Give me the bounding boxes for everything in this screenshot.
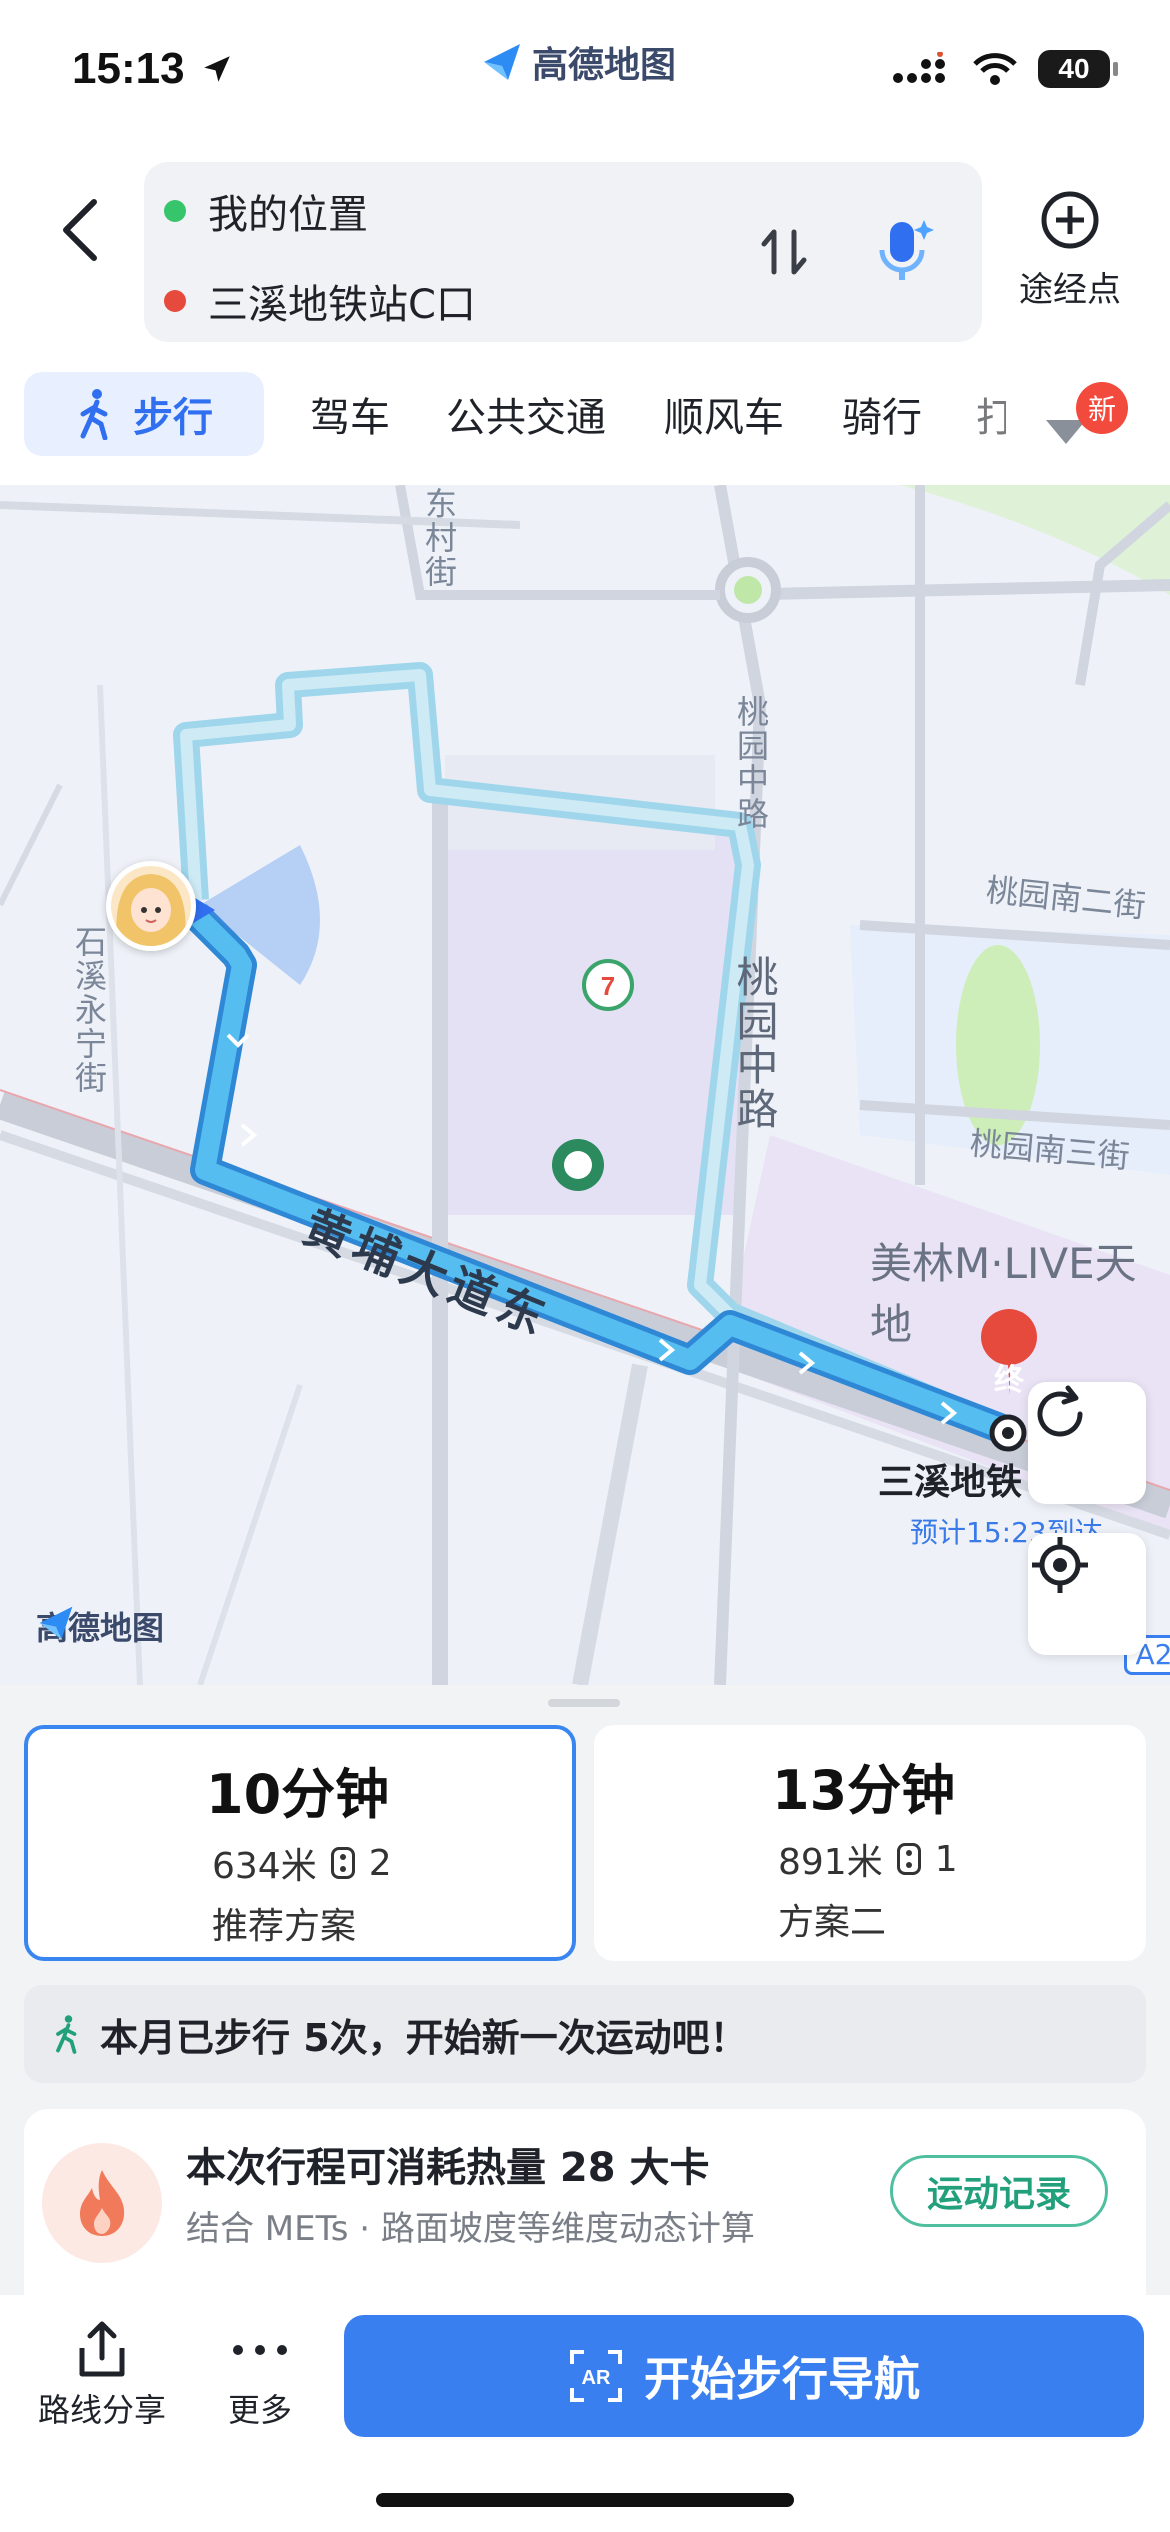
start-walk-navigation-button[interactable]: AR 开始步行导航 [344,2315,1144,2437]
destination-dot-icon [164,290,186,312]
plan-note: 方案二 [778,1902,887,1943]
amap-logo-icon [39,1606,73,1640]
plus-circle-icon [1041,191,1099,249]
share-route-button[interactable]: 路线分享 [32,2315,172,2431]
fire-icon [80,2170,125,2236]
user-avatar [106,861,196,951]
exercise-record-button[interactable]: 运动记录 [890,2155,1108,2227]
chevron-down-icon [1046,420,1086,444]
traffic-light-icon [330,1847,355,1879]
origin-field[interactable]: 我的位置 [164,182,368,240]
more-dots-icon [210,2315,310,2385]
destination-field[interactable]: 三溪地铁站C口 [164,272,476,330]
plan-card-recommended[interactable]: 10分钟 634米 2 推荐方案 [24,1725,576,1961]
home-indicator [376,2493,794,2507]
fire-icon-bg [42,2143,162,2263]
battery-indicator: 40 [1038,50,1118,88]
chevron-left-icon [63,199,97,261]
share-icon [32,2315,172,2385]
map-label-street: 石溪永宁街 [70,925,108,1095]
add-waypoint-button[interactable]: 途经点 [1010,190,1130,311]
tab-walk[interactable]: 步行 [24,372,264,456]
app-badge-text: 高德地图 [532,45,677,86]
signal-icon [893,52,945,83]
map-logo: 高德地图 [36,1603,164,1649]
destination-text: 三溪地铁站C口 [208,282,476,328]
calorie-title: 本次行程可消耗热量 28 大卡 [186,2145,710,2191]
locate-icon [1032,1537,1088,1593]
calorie-subtitle: 结合 METs · 路面坡度等维度动态计算 [186,2209,755,2249]
share-label: 路线分享 [37,2391,166,2429]
destination-map-label: 三溪地铁 [878,1462,1023,1503]
panel-drag-handle[interactable] [548,1699,620,1707]
tab-taxi-partial[interactable]: 打 [976,372,1006,456]
map-canvas: 7 [0,485,1170,1685]
tab-carpool[interactable]: 顺风车 [664,372,784,456]
plan-note: 推荐方案 [212,1906,357,1947]
plan-meta: 634米 2 [212,1837,572,1889]
traffic-light-icon [896,1843,921,1875]
status-time: 15:13 [72,44,185,93]
app-badge: 高德地图 [480,36,676,88]
destination-marker[interactable]: 终 [984,1355,1034,1399]
route-panel: 10分钟 634米 2 推荐方案 13分钟 891米 1 方案二 本月已步行 5… [0,1685,1170,2295]
origin-dot-icon [164,200,186,222]
ar-icon: AR [570,2350,622,2402]
plan-distance: 891米 [778,1842,883,1883]
plan-lights: 2 [368,1842,392,1884]
waypoint-label: 途经点 [1019,270,1121,310]
refresh-icon [1037,1385,1083,1437]
route-header: 我的位置 三溪地铁站C口 途经点 [0,150,1170,350]
route-input-box: 我的位置 三溪地铁站C口 [144,162,982,342]
bottom-action-bar: 路线分享 更多 AR 开始步行导航 [0,2295,1170,2532]
avatar-image [111,866,191,946]
locate-me-button[interactable] [1028,1533,1146,1655]
tab-transit[interactable]: 公共交通 [446,372,606,456]
plan-lights: 1 [934,1838,958,1880]
more-label: 更多 [227,2391,292,2429]
amap-logo-icon [484,44,520,80]
voice-input-icon[interactable] [864,212,944,292]
map-view[interactable]: 7 东村街 桃园中路 桃园中路 桃园南二街 桃园南三街 石溪永宁街 美林M·LI… [0,485,1170,1685]
map-label-street: 桃园中路 [730,955,779,1131]
walk-icon [80,389,108,440]
plan-distance: 634米 [212,1846,317,1887]
tab-bike[interactable]: 骑行 [842,372,922,456]
plan-time: 13分钟 [772,1759,956,1822]
plan-card-alternative[interactable]: 13分钟 891米 1 方案二 [594,1725,1146,1961]
walk-icon [56,2015,77,2054]
walk-banner-text: 本月已步行 5次，开始新一次运动吧！ [100,2015,748,2060]
tab-walk-label: 步行 [133,395,213,441]
plan-time: 10分钟 [206,1763,390,1826]
svg-text:AR: AR [582,2367,611,2389]
back-button[interactable] [40,180,120,280]
more-button[interactable]: 更多 [210,2315,310,2431]
walk-stats-banner[interactable]: 本月已步行 5次，开始新一次运动吧！ [24,1985,1146,2083]
calorie-card: 本次行程可消耗热量 28 大卡 结合 METs · 路面坡度等维度动态计算 运动… [24,2109,1146,2295]
wifi-icon [973,53,1017,85]
status-bar: 15:13 高德地图 40 [0,0,1170,150]
map-label-street: 桃园中路 [732,695,770,831]
swap-direction-icon[interactable] [754,222,814,282]
map-label-street: 东村街 [420,487,458,589]
more-modes-button[interactable]: 新 [1040,370,1150,470]
refresh-button[interactable] [1028,1382,1146,1504]
origin-text: 我的位置 [208,192,368,238]
start-nav-label: 开始步行导航 [644,2352,920,2406]
travel-mode-tabs: 步行 驾车 公共交通 顺风车 骑行 打 新 [0,350,1170,485]
map-label-poi: 美林M·LIVE天地 [870,1239,1137,1349]
tab-drive[interactable]: 驾车 [310,372,390,456]
svg-text:7: 7 [601,971,615,1001]
location-arrow-icon [204,56,230,82]
status-indicators: 40 [892,50,1118,88]
plan-meta: 891米 1 [778,1833,1146,1885]
new-badge: 新 [1076,382,1128,434]
